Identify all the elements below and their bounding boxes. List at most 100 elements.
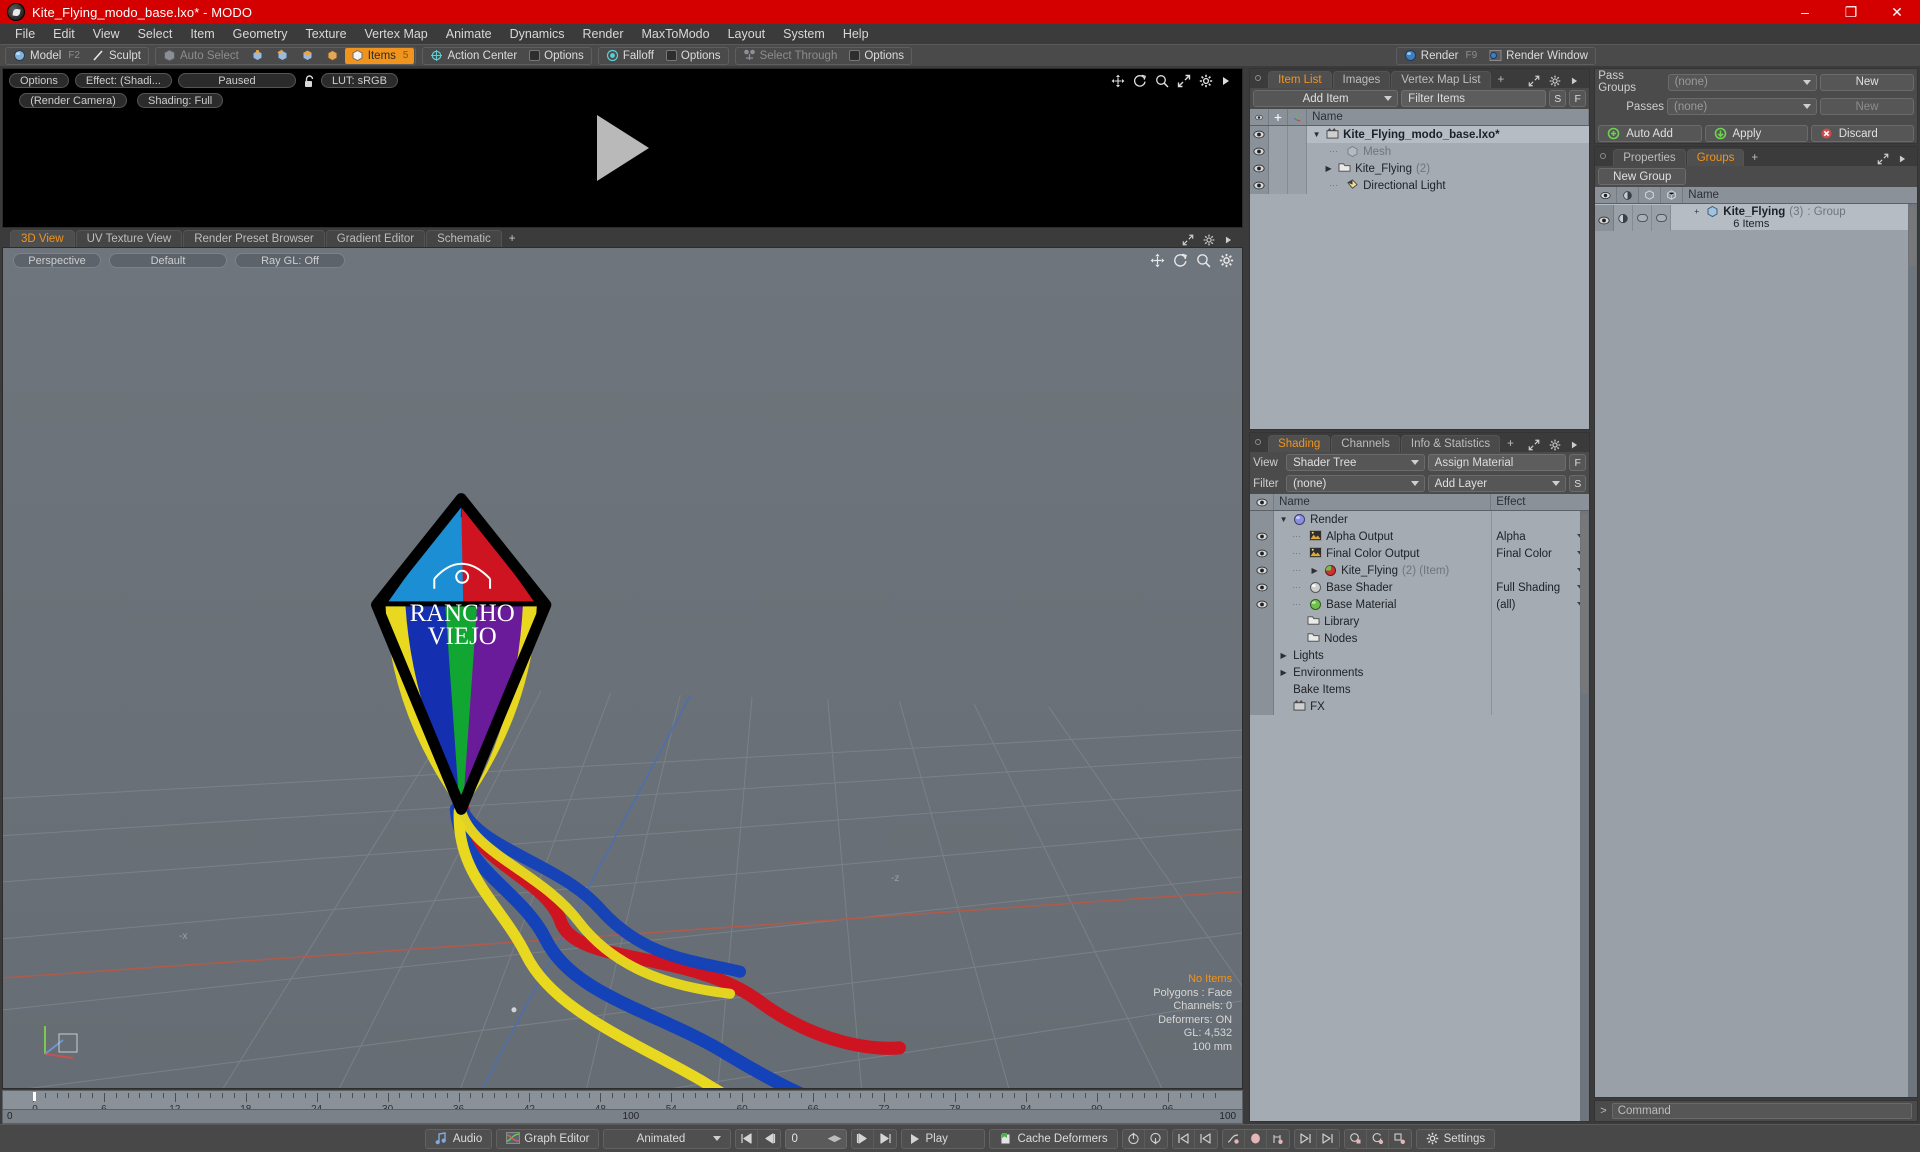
row-eye-toggle[interactable] [1250,613,1275,630]
menu-item-layout[interactable]: Layout [719,25,775,43]
items-select-button[interactable]: Items 5 [344,47,415,64]
menu-item-render[interactable]: Render [574,25,633,43]
table-row[interactable]: ▶ Lights [1250,647,1589,664]
twisty-right-icon[interactable]: ▶ [1309,566,1320,575]
menu-item-maxtomodo[interactable]: MaxToModo [633,25,719,43]
render-button[interactable]: Render F9 [1398,48,1483,64]
rotate-icon[interactable] [1133,74,1147,87]
preview-lut-button[interactable]: LUT: sRGB [320,73,398,88]
falloff-button[interactable]: Falloff [600,48,660,64]
tab-properties[interactable]: Properties [1613,149,1686,166]
polygon-select-button[interactable] [295,48,320,64]
zoom-icon[interactable] [1196,253,1211,268]
maximize-icon[interactable] [1182,234,1195,247]
item-list-f-button[interactable]: F [1569,90,1587,107]
table-row[interactable]: ▼ Render [1250,511,1589,528]
row-effect-cell[interactable]: Final Color [1491,545,1589,562]
curve-key-icon[interactable] [1223,1129,1245,1148]
step-forward-icon[interactable] [852,1129,875,1148]
tab-info-statistics[interactable]: Info & Statistics [1400,435,1501,452]
shading-s-button[interactable]: S [1569,475,1587,492]
tab-channels[interactable]: Channels [1331,435,1400,452]
menu-item-animate[interactable]: Animate [437,25,501,43]
twisty-right-icon[interactable]: ▶ [1278,668,1289,677]
row-effect-cell[interactable] [1491,562,1589,579]
twisty-right-icon[interactable]: ▶ [1323,164,1334,173]
pass-groups-new-button[interactable]: New [1820,73,1914,91]
row-shade-toggle[interactable] [1614,205,1634,231]
row-eye-toggle[interactable] [1250,126,1270,143]
menu-item-help[interactable]: Help [834,25,878,43]
menu-item-system[interactable]: System [774,25,834,43]
discard-button[interactable]: Discard [1810,125,1914,142]
skip-end-icon[interactable] [874,1130,896,1148]
table-row[interactable]: + Kite_Flying (3) : Group 6 Items [1595,204,1917,231]
settings-button[interactable]: Settings [1415,1128,1496,1149]
passes-dropdown[interactable]: (none) [1666,98,1817,115]
model-mode-button[interactable]: Model F2 [7,48,86,64]
filter-dropdown[interactable]: (none) [1286,475,1425,492]
apply-button[interactable]: Apply [1704,125,1808,142]
prev-key-icon[interactable] [1173,1129,1195,1148]
preview-options-button[interactable]: Options [9,73,69,88]
shading-scrollbar[interactable] [1580,511,1590,1121]
menu-item-dynamics[interactable]: Dynamics [501,25,574,43]
vertex-select-button[interactable] [245,48,270,64]
menu-item-item[interactable]: Item [181,25,223,43]
render-window-button[interactable]: Render Window [1483,48,1594,64]
row-effect-cell[interactable]: Alpha [1491,528,1589,545]
add-layer-dropdown[interactable]: Add Layer [1427,475,1567,492]
pan-icon[interactable] [1111,74,1125,88]
row-eye-toggle[interactable] [1250,160,1270,177]
groups-scrollbar[interactable] [1907,204,1917,1097]
table-row[interactable]: ▶ Environments [1250,664,1589,681]
menu-item-texture[interactable]: Texture [297,25,356,43]
rotate-icon[interactable] [1173,253,1188,267]
panel-menu-icon[interactable] [1600,153,1607,159]
zoom-icon[interactable] [1155,74,1169,88]
falloff-options-button[interactable]: Options [660,48,727,64]
animation-mode-dropdown[interactable]: Animated [603,1128,732,1149]
row-wire2-toggle[interactable] [1652,205,1672,231]
menu-item-geometry[interactable]: Geometry [224,25,297,43]
auto-add-button[interactable]: Auto Add [1598,125,1702,142]
gear-icon[interactable] [1203,234,1216,247]
fit-icon[interactable] [1177,74,1191,88]
table-row[interactable]: Nodes [1250,630,1589,647]
row-eye-toggle[interactable] [1250,511,1275,528]
play-arrow-icon[interactable] [1898,153,1911,166]
menu-item-view[interactable]: View [84,25,129,43]
play-triangle-icon[interactable] [596,115,649,181]
preview-effect-button[interactable]: Effect: (Shadi... [74,73,172,88]
edge-select-button[interactable] [270,48,295,64]
panel-menu-icon[interactable] [1255,75,1262,81]
next-key-icon[interactable] [1295,1129,1317,1148]
table-row[interactable]: ⋯ Alpha Output Alpha [1250,528,1589,545]
audio-button[interactable]: Audio [424,1128,493,1149]
row-eye-toggle[interactable] [1250,681,1275,698]
graph-editor-button[interactable]: Graph Editor [496,1128,600,1149]
maximize-icon[interactable] [1877,153,1890,166]
row-eye-toggle[interactable] [1250,528,1275,545]
tab-shading[interactable]: Shading [1268,435,1331,452]
row-effect-cell[interactable]: Full Shading [1491,579,1589,596]
tab-uv-texture-view[interactable]: UV Texture View [75,230,183,247]
shading-f-button[interactable]: F [1569,454,1587,471]
default-view-button[interactable]: Default [109,253,227,268]
key-edit-icon[interactable] [1267,1130,1289,1148]
step-back-icon[interactable] [758,1130,780,1148]
twisty-down-icon[interactable]: ▼ [1278,515,1289,524]
add-item-dropdown[interactable]: Add Item [1253,90,1399,107]
panel-menu-icon[interactable] [1255,439,1262,445]
row-eye-toggle[interactable] [1250,664,1275,681]
twisty-plus-icon[interactable]: + [1691,207,1702,216]
row-eye-toggle[interactable] [1250,698,1275,715]
passes-new-button[interactable]: New [1819,98,1914,115]
tab-3d-view[interactable]: 3D View [10,230,75,247]
timeline-playhead[interactable] [33,1092,36,1101]
filter-items-input[interactable]: Filter Items [1401,90,1547,107]
select-through-button[interactable]: Select Through [737,48,844,64]
play-arrow-icon[interactable] [1570,75,1583,88]
menu-item-vertex-map[interactable]: Vertex Map [356,25,437,43]
tab-add-shading[interactable]: + [1501,435,1520,452]
